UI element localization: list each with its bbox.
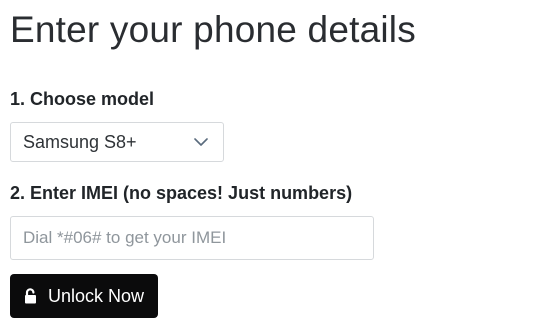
unlock-icon xyxy=(22,286,42,306)
phone-details-form: Enter your phone details 1. Choose model… xyxy=(0,0,555,334)
unlock-now-button[interactable]: Unlock Now xyxy=(10,274,159,318)
page-title: Enter your phone details xyxy=(10,9,416,50)
chevron-down-icon xyxy=(193,134,209,150)
model-label: 1. Choose model xyxy=(10,89,155,109)
imei-input[interactable] xyxy=(10,216,374,260)
model-select-value: Samsung S8+ xyxy=(23,131,137,152)
imei-label: 2. Enter IMEI (no spaces! Just numbers) xyxy=(10,183,353,203)
model-select[interactable]: Samsung S8+ xyxy=(10,122,224,162)
unlock-now-label: Unlock Now xyxy=(48,285,145,306)
